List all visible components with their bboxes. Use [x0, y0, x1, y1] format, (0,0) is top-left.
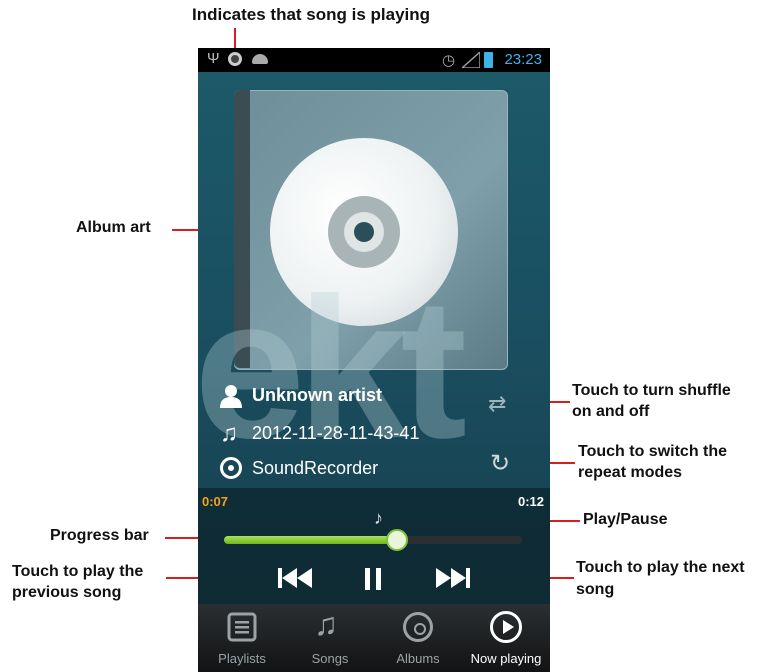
tab-label: Albums: [396, 651, 440, 666]
note-indicator-icon: ♪: [374, 508, 383, 528]
progress-thumb[interactable]: [385, 529, 408, 551]
title-row: ♫ 2012-11-28-11-43-41: [220, 420, 500, 448]
status-bar: Ψ ◷ 23:23: [198, 48, 550, 72]
annotation-prev-2: previous song: [12, 584, 122, 601]
progress-fill: [224, 536, 397, 544]
songs-note-icon: ♫: [314, 606, 338, 642]
music-playing-icon: [228, 52, 242, 66]
person-icon: [220, 385, 242, 408]
music-note-icon: ♫: [220, 420, 238, 447]
repeat-button[interactable]: ↻: [490, 449, 510, 478]
tab-label: Now playing: [470, 651, 542, 666]
tab-albums[interactable]: Albums: [374, 604, 462, 672]
elapsed-time: 0:07: [202, 494, 229, 509]
shuffle-button[interactable]: ⇄: [488, 391, 506, 417]
android-icon: [252, 54, 268, 64]
pause-button[interactable]: [363, 566, 383, 592]
annotation-repeat-1: Touch to switch the: [578, 443, 728, 460]
albums-disc-icon: [403, 612, 433, 642]
annotation-album-art: Album art: [76, 219, 151, 236]
alarm-icon: ◷: [442, 52, 456, 69]
phone-screen: Ψ ◷ 23:23 ekt Unknown artist ♫ 2012-11-2…: [198, 48, 550, 672]
status-clock: 23:23: [504, 51, 542, 68]
annotation-next-1: Touch to play the next: [576, 559, 745, 576]
total-time: 0:12: [517, 494, 544, 509]
album-watermark: ekt: [198, 257, 467, 480]
annotation-play-pause: Play/Pause: [583, 511, 668, 528]
battery-icon: [484, 52, 493, 68]
tab-playlists[interactable]: Playlists: [198, 604, 286, 672]
previous-button[interactable]: [278, 566, 312, 590]
annotation-shuffle-1: Touch to turn shuffle: [572, 382, 731, 399]
usb-icon: Ψ: [207, 50, 220, 67]
album-disc-icon: [220, 457, 242, 479]
playlist-icon: [227, 612, 257, 642]
tab-label: Songs: [311, 651, 349, 666]
annotation-shuffle-2: on and off: [572, 403, 650, 420]
tab-now-playing[interactable]: Now playing: [462, 604, 550, 672]
artist-row: Unknown artist: [220, 384, 480, 410]
signal-icon: [462, 52, 480, 68]
annotation-playing-indicator: Indicates that song is playing: [192, 5, 431, 24]
song-title: 2012-11-28-11-43-41: [252, 423, 420, 443]
annotation-line-playing: [234, 28, 236, 50]
album-row: SoundRecorder: [220, 456, 480, 482]
tab-label: Playlists: [218, 651, 266, 666]
bottom-tabs: Playlists ♫ Songs Albums Now playing: [198, 604, 550, 672]
annotation-prev-1: Touch to play the: [12, 563, 144, 580]
annotation-next-2: song: [576, 581, 615, 598]
progress-bar[interactable]: [224, 529, 522, 551]
artist-name: Unknown artist: [252, 385, 383, 405]
next-button[interactable]: [436, 566, 470, 590]
tab-songs[interactable]: ♫ Songs: [286, 604, 374, 672]
annotation-progress-bar: Progress bar: [50, 527, 149, 544]
annotation-repeat-2: repeat modes: [578, 464, 683, 481]
album-name: SoundRecorder: [252, 458, 379, 478]
now-playing-icon: [490, 611, 522, 643]
